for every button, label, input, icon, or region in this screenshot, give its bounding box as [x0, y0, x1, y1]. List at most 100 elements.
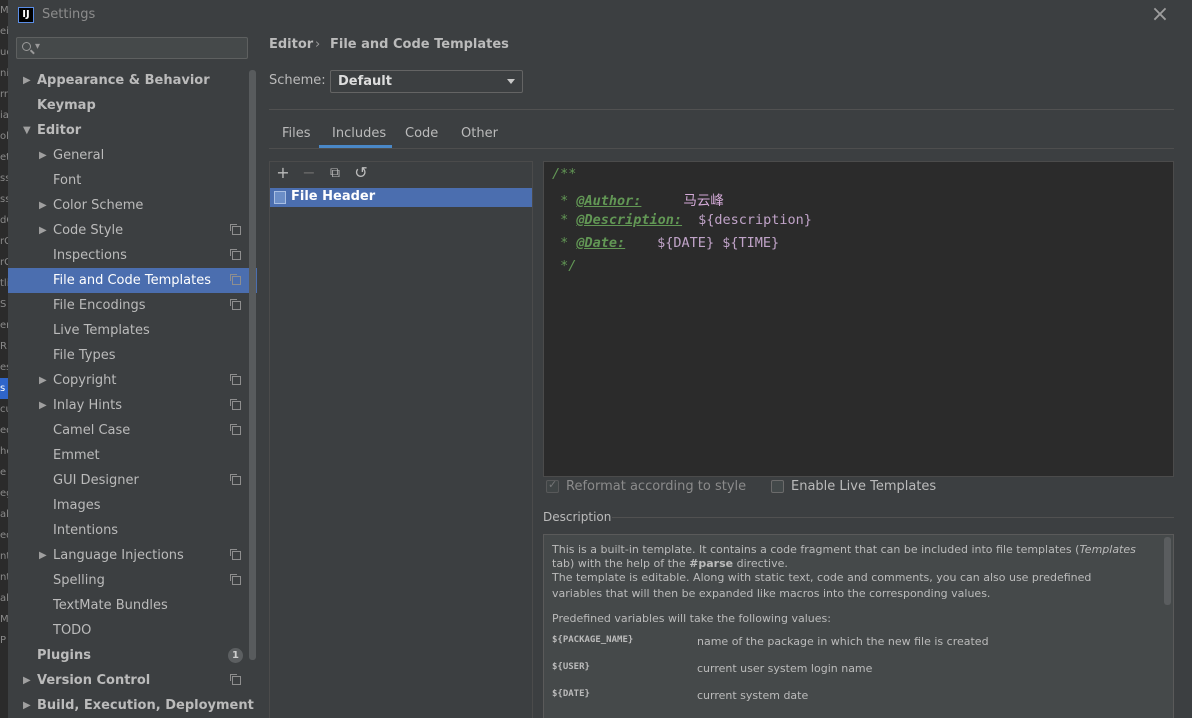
sidebar-item-color-scheme[interactable]: ▶ Color Scheme	[8, 193, 257, 218]
sidebar-item-code-style[interactable]: ▶ Code Style	[8, 218, 257, 243]
sidebar-item-version-control[interactable]: ▶ Version Control	[8, 668, 257, 693]
template-list-panel	[269, 161, 533, 718]
background-text-fragment: eq	[0, 530, 8, 541]
variable-name: ${USER}	[552, 662, 590, 672]
background-text-fragment: ed	[0, 425, 8, 436]
code-line: /**	[552, 166, 577, 182]
background-window-strip: Ma ei uc ni rm ia ol et ss ss dC rC rG tli Ser Res s cu ed…	[0, 0, 8, 718]
sidebar-item-label: Intentions	[53, 523, 119, 538]
sidebar-item-label: TextMate Bundles	[53, 598, 168, 613]
update-count-badge: 1	[228, 648, 243, 663]
background-text-fragment: S	[0, 299, 7, 310]
background-text-fragment: uc	[0, 47, 8, 58]
sidebar-item-appearance-behavior[interactable]: ▶ Appearance & Behavior	[8, 68, 257, 93]
sidebar-item-label: Live Templates	[53, 323, 150, 338]
copy-icon[interactable]: ⧉	[327, 164, 343, 182]
remove-icon[interactable]: −	[301, 164, 317, 182]
title-bar	[8, 0, 1192, 30]
tabs-divider	[269, 148, 1174, 149]
sidebar-item-label: File Types	[53, 348, 116, 363]
expand-right-icon[interactable]: ▶	[23, 668, 31, 693]
background-text-fragment: ia	[0, 110, 8, 121]
sidebar-item-language-injections[interactable]: ▶ Language Injections	[8, 543, 257, 568]
sidebar-item-emmet[interactable]: Emmet	[8, 443, 257, 468]
intellij-app-icon: IJ	[18, 7, 34, 23]
breadcrumb-parent[interactable]: Editor	[269, 37, 313, 52]
expand-right-icon[interactable]: ▶	[39, 193, 47, 218]
date-tag: @Date:	[576, 235, 626, 251]
description-scrollbar[interactable]	[1164, 537, 1171, 605]
search-input[interactable]: ▾	[16, 37, 248, 59]
sidebar-item-build-execution-deployment[interactable]: ▶ Build, Execution, Deployment	[8, 693, 257, 718]
close-icon[interactable]: ×	[1150, 4, 1170, 26]
background-text-fragment: rC	[0, 236, 8, 247]
sidebar-item-keymap[interactable]: Keymap	[8, 93, 257, 118]
sidebar-item-todo[interactable]: TODO	[8, 618, 257, 643]
project-scope-icon	[230, 224, 241, 235]
sidebar-item-textmate-bundles[interactable]: TextMate Bundles	[8, 593, 257, 618]
sidebar-item-general[interactable]: ▶ General	[8, 143, 257, 168]
template-editor[interactable]: /** * @Author: 马云峰 * @Description: ${descr…	[543, 161, 1174, 477]
variable-description: current system date	[697, 689, 809, 702]
code-line: * @Description: ${description}	[552, 212, 812, 228]
sidebar-item-font[interactable]: Font	[8, 168, 257, 193]
scheme-dropdown[interactable]: Default	[330, 70, 523, 93]
background-text-fragment: al	[0, 593, 8, 604]
sidebar-item-file-and-code-templates[interactable]: File and Code Templates	[8, 268, 257, 293]
sidebar-item-inspections[interactable]: Inspections	[8, 243, 257, 268]
expand-right-icon[interactable]: ▶	[39, 218, 47, 243]
breadcrumb-current: File and Code Templates	[330, 37, 509, 52]
expand-right-icon[interactable]: ▶	[23, 68, 31, 93]
description-tag: @Description:	[576, 212, 683, 228]
sidebar-item-label: Version Control	[37, 673, 151, 688]
background-text-fragment: eg	[0, 488, 8, 499]
sidebar-item-spelling[interactable]: Spelling	[8, 568, 257, 593]
sidebar-item-editor[interactable]: ▼ Editor	[8, 118, 257, 143]
project-scope-icon	[230, 674, 241, 685]
sidebar-item-file-encodings[interactable]: File Encodings	[8, 293, 257, 318]
project-scope-icon	[230, 299, 241, 310]
tab-files[interactable]: Files	[282, 126, 311, 148]
project-scope-icon	[230, 249, 241, 260]
sidebar-item-file-types[interactable]: File Types	[8, 343, 257, 368]
background-text-fragment: P	[0, 635, 7, 646]
project-scope-icon	[230, 549, 241, 560]
date-value: ${DATE} ${TIME}	[657, 235, 780, 251]
expand-right-icon[interactable]: ▶	[39, 543, 47, 568]
background-text-fragment: he	[0, 446, 8, 457]
variable-name: ${DATE}	[552, 689, 590, 699]
author-value: 马云峰	[683, 193, 724, 209]
add-icon[interactable]: +	[275, 164, 291, 182]
reset-icon[interactable]: ↺	[353, 164, 369, 182]
sidebar-item-plugins[interactable]: Plugins 1	[8, 643, 257, 668]
sidebar-item-camel-case[interactable]: Camel Case	[8, 418, 257, 443]
expand-right-icon[interactable]: ▶	[39, 368, 47, 393]
sidebar-item-images[interactable]: Images	[8, 493, 257, 518]
variable-description: current user system login name	[697, 662, 873, 675]
reformat-checkbox[interactable]	[546, 478, 559, 493]
breadcrumb-separator: ›	[315, 37, 321, 52]
sidebar-item-label: Inlay Hints	[53, 398, 122, 413]
expand-right-icon[interactable]: ▶	[23, 693, 31, 718]
tab-code[interactable]: Code	[405, 126, 438, 148]
variable-description: name of the package in which the new fil…	[697, 635, 989, 648]
sidebar-item-gui-designer[interactable]: GUI Designer	[8, 468, 257, 493]
sidebar-scrollbar[interactable]	[249, 70, 256, 660]
expand-right-icon[interactable]: ▶	[39, 143, 47, 168]
sidebar-item-label: GUI Designer	[53, 473, 139, 488]
sidebar-item-inlay-hints[interactable]: ▶ Inlay Hints	[8, 393, 257, 418]
search-icon	[22, 42, 31, 51]
project-scope-icon	[230, 274, 241, 285]
project-scope-icon	[230, 374, 241, 385]
tab-other[interactable]: Other	[461, 126, 498, 148]
sidebar-item-copyright[interactable]: ▶ Copyright	[8, 368, 257, 393]
sidebar-item-intentions[interactable]: Intentions	[8, 518, 257, 543]
list-item[interactable]: File Header	[270, 188, 532, 207]
sidebar-item-live-templates[interactable]: Live Templates	[8, 318, 257, 343]
expand-down-icon[interactable]: ▼	[23, 118, 31, 143]
sidebar-item-label: Camel Case	[53, 423, 131, 438]
sidebar-item-label: General	[53, 148, 105, 163]
live-templates-checkbox[interactable]	[771, 480, 784, 493]
expand-right-icon[interactable]: ▶	[39, 393, 47, 418]
sidebar-item-label: Images	[53, 498, 101, 513]
